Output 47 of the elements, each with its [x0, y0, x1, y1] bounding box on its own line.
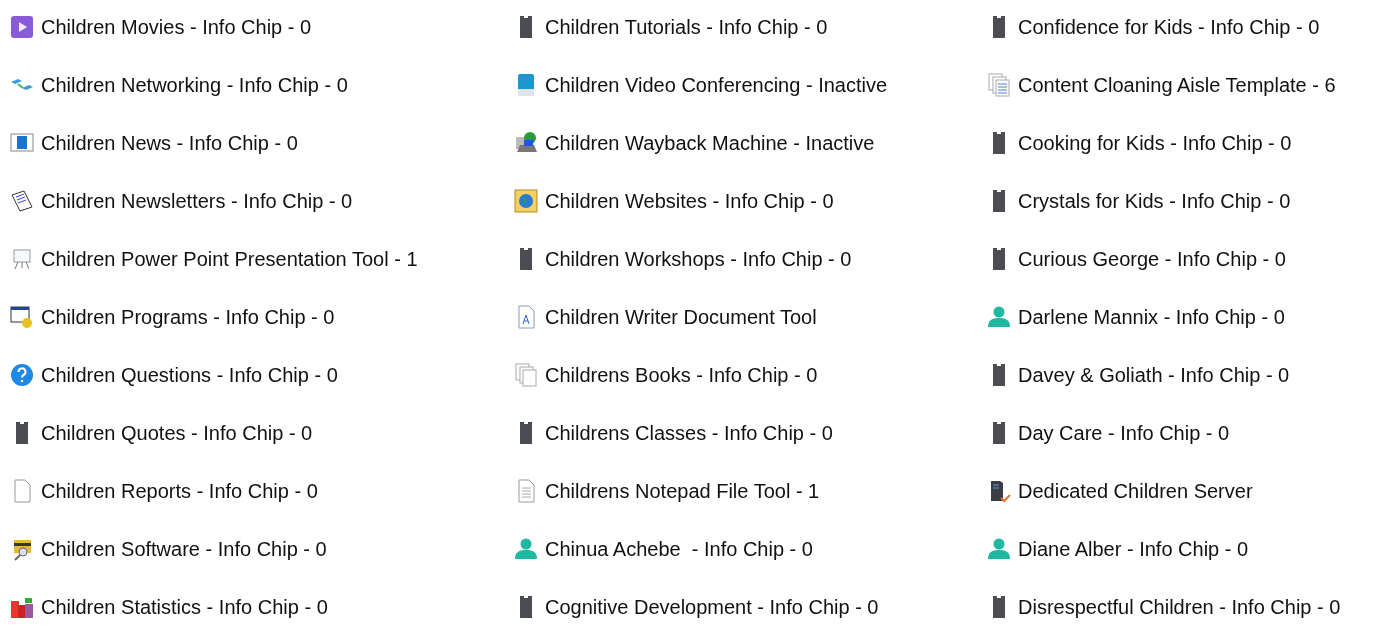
item-label[interactable]: Dedicated Children Server: [1018, 479, 1253, 503]
item-label[interactable]: Children Movies - Info Chip - 0: [41, 15, 312, 39]
item-label[interactable]: Children Programs - Info Chip - 0: [41, 305, 335, 329]
person-icon: [514, 537, 538, 561]
item-label[interactable]: Content Cloaning Aisle Template - 6: [1018, 73, 1336, 97]
globe-icon: [514, 189, 538, 213]
item-label[interactable]: Cognitive Development - Info Chip - 0: [545, 595, 879, 619]
item-label[interactable]: Darlene Mannix - Info Chip - 0: [1018, 305, 1285, 329]
item-label[interactable]: Day Care - Info Chip - 0: [1018, 421, 1230, 445]
item-label[interactable]: Curious George - Info Chip - 0: [1018, 247, 1286, 271]
computer-globe-icon: [514, 131, 538, 155]
item-label[interactable]: Childrens Classes - Info Chip - 0: [545, 421, 833, 445]
person-icon: [987, 305, 1011, 329]
item-label[interactable]: Children Newsletters - Info Chip - 0: [41, 189, 353, 213]
item-label[interactable]: Disrespectful Children - Info Chip - 0: [1018, 595, 1341, 619]
documents-icon: [514, 363, 538, 387]
item-label[interactable]: Children Video Conferencing - Inactive: [545, 73, 888, 97]
item-label[interactable]: Cooking for Kids - Info Chip - 0: [1018, 131, 1292, 155]
item-label[interactable]: Children Power Point Presentation Tool - 1: [41, 247, 418, 271]
item-label[interactable]: Children Software - Info Chip - 0: [41, 537, 327, 561]
item-label[interactable]: Diane Alber - Info Chip - 0: [1018, 537, 1249, 561]
item-label[interactable]: Children Reports - Info Chip - 0: [41, 479, 318, 503]
item-label[interactable]: Children Workshops - Info Chip - 0: [545, 247, 852, 271]
item-label[interactable]: Children Writer Document Tool: [545, 305, 817, 329]
item-label[interactable]: Crystals for Kids - Info Chip - 0: [1018, 189, 1291, 213]
person-icon: [987, 537, 1011, 561]
item-label[interactable]: Children Questions - Info Chip - 0: [41, 363, 338, 387]
papers-icon: [10, 189, 34, 213]
video-icon: [10, 15, 34, 39]
item-label[interactable]: Davey & Goliath - Info Chip - 0: [1018, 363, 1290, 387]
item-label[interactable]: Children News - Info Chip - 0: [41, 131, 298, 155]
easel-icon: [10, 247, 34, 271]
item-label[interactable]: Childrens Books - Info Chip - 0: [545, 363, 818, 387]
item-label[interactable]: Confidence for Kids - Info Chip - 0: [1018, 15, 1320, 39]
item-label[interactable]: Children Websites - Info Chip - 0: [545, 189, 834, 213]
gear-window-icon: [10, 305, 34, 329]
item-label[interactable]: Children Wayback Machine - Inactive: [545, 131, 875, 155]
item-label[interactable]: Chinua Achebe - Info Chip - 0: [545, 537, 813, 561]
item-label[interactable]: Children Quotes - Info Chip - 0: [41, 421, 313, 445]
help-icon: [10, 363, 34, 387]
item-label[interactable]: Children Networking - Info Chip - 0: [41, 73, 348, 97]
blocks-icon: [10, 595, 34, 619]
item-label[interactable]: Childrens Notepad File Tool - 1: [545, 479, 820, 503]
item-label[interactable]: Children Tutorials - Info Chip - 0: [545, 15, 828, 39]
documents-icon: [987, 73, 1011, 97]
window-icon: [10, 131, 34, 155]
item-label[interactable]: Children Statistics - Info Chip - 0: [41, 595, 328, 619]
